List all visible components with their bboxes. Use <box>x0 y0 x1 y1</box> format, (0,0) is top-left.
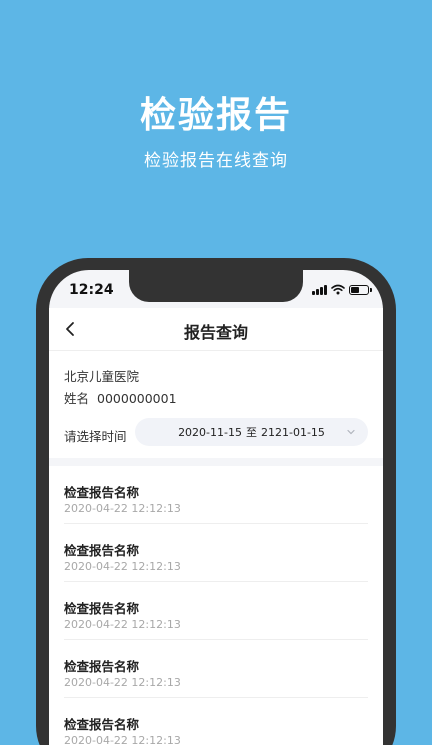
report-date: 2020-04-22 12:12:13 <box>64 560 181 573</box>
status-time: 12:24 <box>69 282 114 298</box>
wifi-icon <box>331 284 345 295</box>
report-date: 2020-04-22 12:12:13 <box>64 502 181 515</box>
list-item[interactable]: 检查报告名称 2020-04-22 12:12:13 <box>64 698 368 745</box>
promo-title: 检验报告 <box>139 95 292 136</box>
phone-screen: 12:24 报告查询 北京儿童医院 姓名 0000000001 请选择时间 202… <box>49 270 383 745</box>
hospital-name: 北京儿童医院 <box>64 369 140 384</box>
report-name: 检查报告名称 <box>64 485 140 500</box>
status-icons <box>312 284 372 295</box>
patient-id: 0000000001 <box>97 391 177 406</box>
report-name: 检查报告名称 <box>64 717 140 732</box>
navbar: 报告查询 <box>49 308 383 350</box>
name-label: 姓名 <box>64 391 90 406</box>
list-item[interactable]: 检查报告名称 2020-04-22 12:12:13 <box>64 582 368 640</box>
promo-subtitle: 检验报告在线查询 <box>144 151 288 171</box>
end-date: 2121-01-15 <box>261 425 325 439</box>
list-item[interactable]: 检查报告名称 2020-04-22 12:12:13 <box>64 466 368 524</box>
report-date: 2020-04-22 12:12:13 <box>64 676 181 689</box>
report-name: 检查报告名称 <box>64 601 140 616</box>
chevron-down-icon <box>347 429 355 435</box>
list-item[interactable]: 检查报告名称 2020-04-22 12:12:13 <box>64 524 368 582</box>
patient-info-card: 北京儿童医院 姓名 0000000001 请选择时间 2020-11-15 至 2… <box>49 350 383 458</box>
date-range-picker[interactable]: 2020-11-15 至 2121-01-15 <box>135 418 368 446</box>
list-item[interactable]: 检查报告名称 2020-04-22 12:12:13 <box>64 640 368 698</box>
time-filter-label: 请选择时间 <box>64 429 127 444</box>
report-name: 检查报告名称 <box>64 659 140 674</box>
cellular-signal-icon <box>312 284 327 295</box>
report-date: 2020-04-22 12:12:13 <box>64 734 181 745</box>
page-title: 报告查询 <box>183 323 248 342</box>
battery-icon <box>349 284 372 295</box>
report-date: 2020-04-22 12:12:13 <box>64 618 181 631</box>
phone-notch <box>129 270 303 302</box>
start-date: 2020-11-15 <box>178 425 242 439</box>
report-list: 检查报告名称 2020-04-22 12:12:13 检查报告名称 2020-0… <box>49 466 383 745</box>
report-name: 检查报告名称 <box>64 543 140 558</box>
date-separator: 至 <box>246 426 257 439</box>
patient-row: 姓名 0000000001 <box>64 388 177 407</box>
